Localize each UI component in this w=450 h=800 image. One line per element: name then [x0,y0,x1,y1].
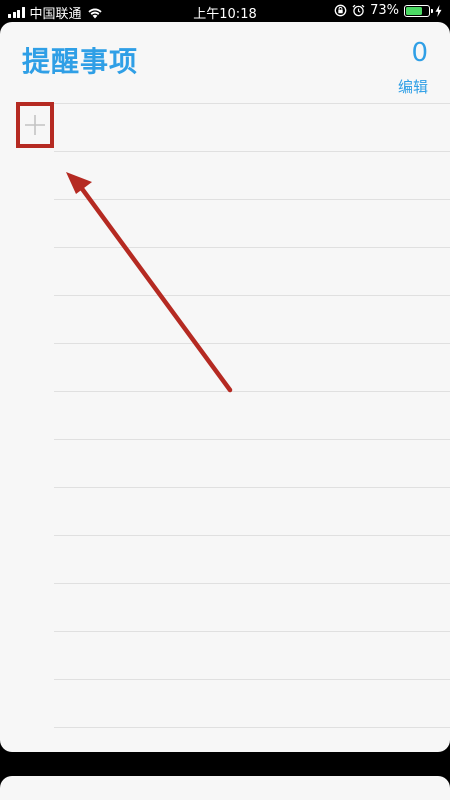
list-row-line [54,343,450,344]
add-reminder-button[interactable] [16,102,54,148]
list-row-line [54,247,450,248]
rotation-lock-icon [334,4,347,17]
screen: 中国联通 上午10:18 73% 提醒事项 0 编辑 [0,0,450,800]
charging-icon [435,4,442,17]
annotation-arrow [66,172,233,393]
list-row-line [54,439,450,440]
battery-icon [404,4,433,17]
list-row-line [54,535,450,536]
list-row-line [54,487,450,488]
plus-icon [25,115,45,135]
list-row-line [54,391,450,392]
edit-button[interactable]: 编辑 [398,76,428,97]
reminder-count: 0 [411,38,428,68]
list-row-line [54,199,450,200]
list-row-line [54,631,450,632]
list-row-line [54,103,450,104]
list-row-line [54,679,450,680]
list-row-line [54,151,450,152]
battery-percent: 73% [370,3,399,18]
list-row-line [54,727,450,728]
list-row-line [54,583,450,584]
status-right: 73% [334,3,442,18]
status-bar: 中国联通 上午10:18 73% [0,0,450,22]
reminders-card: 提醒事项 0 编辑 [0,22,450,752]
list-row-line [54,295,450,296]
page-title: 提醒事项 [22,45,139,78]
alarm-icon [352,4,365,17]
battery-tip [431,8,433,13]
second-card [0,776,450,800]
battery-fill [406,6,422,15]
